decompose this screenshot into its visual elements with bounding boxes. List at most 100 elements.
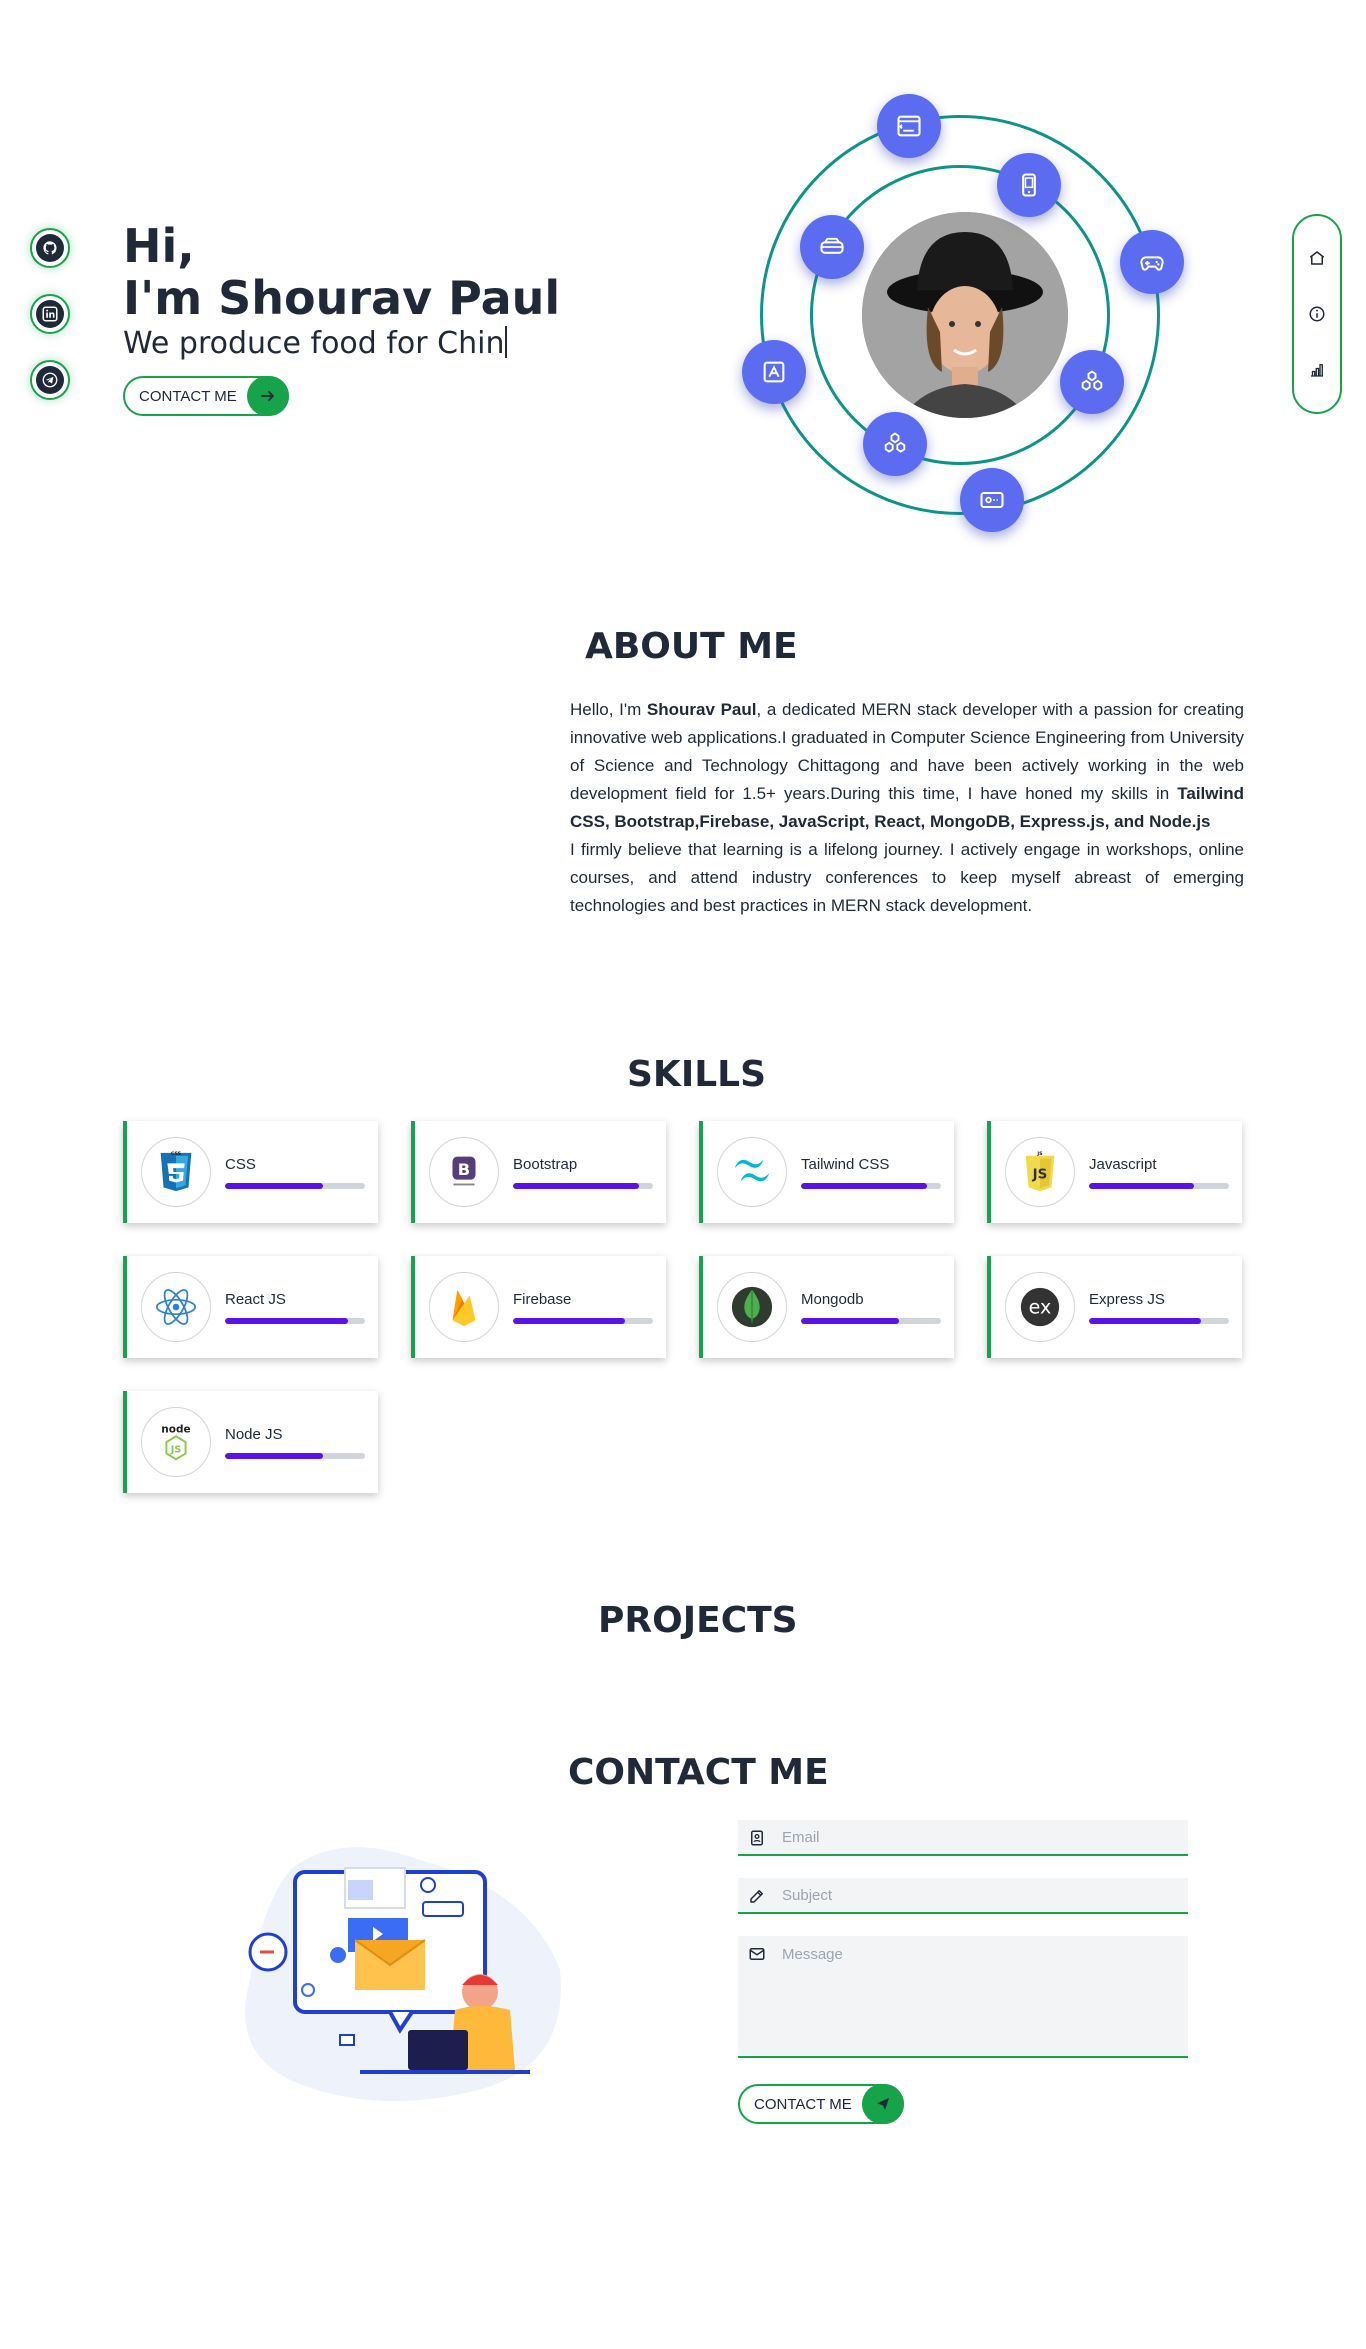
skill-name: Mongodb xyxy=(801,1290,864,1308)
skill-name: Firebase xyxy=(513,1290,572,1308)
envelope-icon xyxy=(749,1948,765,1960)
about-paragraph-2: I firmly believe that learning is a life… xyxy=(570,840,1244,915)
skill-progress-fill xyxy=(513,1317,625,1324)
css3-icon: CSS xyxy=(141,1137,211,1207)
skill-progress-fill xyxy=(1089,1317,1201,1324)
skill-name: React JS xyxy=(225,1290,286,1308)
svg-text:JS: JS xyxy=(170,1445,182,1456)
social-links xyxy=(30,228,70,426)
github-link[interactable] xyxy=(30,228,70,268)
skill-card-nodejs: node JS Node JS xyxy=(123,1391,378,1493)
side-navigation xyxy=(1292,214,1342,414)
mobile-phone-icon xyxy=(997,153,1061,217)
express-icon: ex xyxy=(1005,1272,1075,1342)
github-icon xyxy=(36,234,64,262)
contact-card-icon xyxy=(751,1830,763,1846)
telegram-icon xyxy=(36,366,64,394)
skill-progress-fill xyxy=(513,1182,639,1189)
message-field[interactable]: Message xyxy=(738,1936,1188,2058)
design-tool-icon xyxy=(742,340,806,404)
profile-photo xyxy=(862,212,1068,418)
skill-card-firebase: Firebase xyxy=(411,1256,666,1358)
linkedin-icon xyxy=(36,300,64,328)
message-placeholder: Message xyxy=(782,1946,843,1963)
skill-card-css: CSS CSS xyxy=(123,1121,378,1223)
tailwind-icon xyxy=(717,1137,787,1207)
svg-text:node: node xyxy=(161,1423,190,1435)
hero-name: I'm Shourav Paul xyxy=(123,271,561,325)
network-nodes-icon xyxy=(1060,350,1124,414)
skill-progress-fill xyxy=(225,1182,323,1189)
skill-card-javascript: JS JS Javascript xyxy=(987,1121,1242,1223)
arrow-right-icon xyxy=(246,376,289,416)
skill-card-mongodb: Mongodb xyxy=(699,1256,954,1358)
about-paragraph-1: Hello, I'm Shourav Paul, a dedicated MER… xyxy=(570,696,1244,836)
skill-progress-bar xyxy=(225,1317,365,1324)
skill-card-bootstrap: B Bootstrap xyxy=(411,1121,666,1223)
send-contact-button[interactable]: CONTACT ME xyxy=(738,2084,904,2124)
about-text: Hello, I'm Shourav Paul, a dedicated MER… xyxy=(570,696,1244,920)
svg-text:JS: JS xyxy=(1032,1168,1048,1183)
skill-progress-bar xyxy=(1089,1317,1229,1324)
linkedin-link[interactable] xyxy=(30,294,70,334)
contact-illustration xyxy=(230,1830,580,2110)
skill-progress-fill xyxy=(801,1317,899,1324)
bootstrap-icon: B xyxy=(429,1137,499,1207)
info-icon[interactable] xyxy=(1308,305,1326,323)
send-contact-label: CONTACT ME xyxy=(754,2095,852,2113)
skill-name: Express JS xyxy=(1089,1290,1165,1308)
projects-title: PROJECTS xyxy=(598,1600,798,1641)
skill-card-tailwind: Tailwind CSS xyxy=(699,1121,954,1223)
skill-name: Node JS xyxy=(225,1425,283,1443)
telegram-link[interactable] xyxy=(30,360,70,400)
svg-text:B: B xyxy=(458,1160,470,1179)
skill-progress-bar xyxy=(801,1317,941,1324)
skill-card-express: ex Express JS xyxy=(987,1256,1242,1358)
svg-text:JS: JS xyxy=(1036,1151,1043,1157)
typing-text: We produce food for Chin xyxy=(123,326,505,361)
hero-contact-button[interactable]: CONTACT ME xyxy=(123,376,289,416)
hero-typing-text: We produce food for Chin xyxy=(123,324,560,364)
javascript-icon: JS JS xyxy=(1005,1137,1075,1207)
edit-icon xyxy=(750,1890,763,1903)
chart-icon[interactable] xyxy=(1308,361,1326,379)
mongodb-icon xyxy=(717,1272,787,1342)
about-text-1: Hello, I'm xyxy=(570,700,647,719)
skills-title: SKILLS xyxy=(627,1054,767,1095)
email-field[interactable]: Email xyxy=(738,1820,1188,1856)
firebase-icon xyxy=(429,1272,499,1342)
browser-window-icon xyxy=(877,94,941,158)
nodejs-icon: node JS xyxy=(141,1407,211,1477)
skill-progress-bar xyxy=(1089,1182,1229,1189)
react-icon xyxy=(141,1272,211,1342)
subject-placeholder: Subject xyxy=(782,1886,833,1904)
skill-progress-bar xyxy=(225,1452,365,1459)
about-title: ABOUT ME xyxy=(585,626,798,667)
hero-contact-label: CONTACT ME xyxy=(139,387,237,405)
email-placeholder: Email xyxy=(782,1828,820,1846)
skill-card-react: React JS xyxy=(123,1256,378,1358)
skill-name: Javascript xyxy=(1089,1155,1157,1173)
vr-headset-icon xyxy=(800,215,864,279)
skill-progress-bar xyxy=(513,1317,653,1324)
paper-plane-icon xyxy=(861,2084,904,2124)
skill-name: Tailwind CSS xyxy=(801,1155,890,1173)
skill-progress-fill xyxy=(1089,1182,1194,1189)
typing-caret xyxy=(505,326,508,358)
terminal-card-icon xyxy=(960,468,1024,532)
contact-form: Email Subject Message CONTACT ME xyxy=(738,1820,1188,2124)
contact-title: CONTACT ME xyxy=(568,1752,829,1793)
hero-greeting: Hi, xyxy=(123,219,195,273)
gamepad-icon xyxy=(1120,230,1184,294)
svg-text:ex: ex xyxy=(1029,1296,1052,1319)
skill-progress-fill xyxy=(801,1182,927,1189)
skill-progress-bar xyxy=(801,1182,941,1189)
skill-progress-fill xyxy=(225,1452,323,1459)
subject-field[interactable]: Subject xyxy=(738,1878,1188,1914)
home-icon[interactable] xyxy=(1308,249,1326,267)
skill-name: Bootstrap xyxy=(513,1155,578,1173)
svg-text:CSS: CSS xyxy=(171,1151,182,1157)
network-nodes-icon-2 xyxy=(863,412,927,476)
skill-progress-bar xyxy=(513,1182,653,1189)
hero-intro: Hi, I'm Shourav Paul We produce food for… xyxy=(123,220,560,416)
